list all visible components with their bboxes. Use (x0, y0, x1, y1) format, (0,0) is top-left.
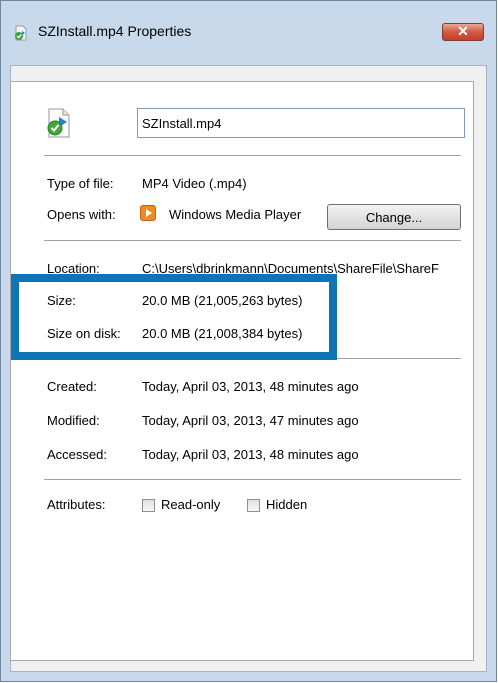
modified-label: Modified: (47, 413, 100, 428)
separator (44, 240, 461, 241)
close-icon: ✕ (457, 23, 469, 39)
video-file-icon (15, 25, 27, 41)
close-button[interactable]: ✕ (442, 23, 484, 41)
hidden-checkbox[interactable] (247, 499, 260, 512)
opens-with-value: Windows Media Player (169, 207, 302, 222)
attributes-label: Attributes: (47, 497, 106, 512)
created-value: Today, April 03, 2013, 48 minutes ago (142, 379, 359, 394)
title-bar[interactable]: SZInstall.mp4 Properties ✕ (1, 1, 496, 47)
general-tab-panel (10, 81, 474, 661)
windows-media-player-icon (140, 205, 156, 221)
change-button[interactable]: Change... (327, 204, 461, 230)
window-title: SZInstall.mp4 Properties (38, 23, 192, 39)
hidden-label[interactable]: Hidden (266, 497, 307, 512)
separator (337, 358, 461, 359)
accessed-value: Today, April 03, 2013, 48 minutes ago (142, 447, 359, 462)
read-only-label[interactable]: Read-only (161, 497, 220, 512)
separator (44, 155, 461, 156)
accessed-label: Accessed: (47, 447, 107, 462)
size-highlight-box (11, 274, 337, 360)
type-of-file-value: MP4 Video (.mp4) (142, 176, 247, 191)
video-file-icon (47, 108, 70, 138)
file-name-input[interactable] (137, 108, 465, 138)
opens-with-label: Opens with: (47, 207, 116, 222)
created-label: Created: (47, 379, 97, 394)
read-only-checkbox[interactable] (142, 499, 155, 512)
modified-value: Today, April 03, 2013, 47 minutes ago (142, 413, 359, 428)
type-of-file-label: Type of file: (47, 176, 114, 191)
separator (44, 479, 461, 480)
